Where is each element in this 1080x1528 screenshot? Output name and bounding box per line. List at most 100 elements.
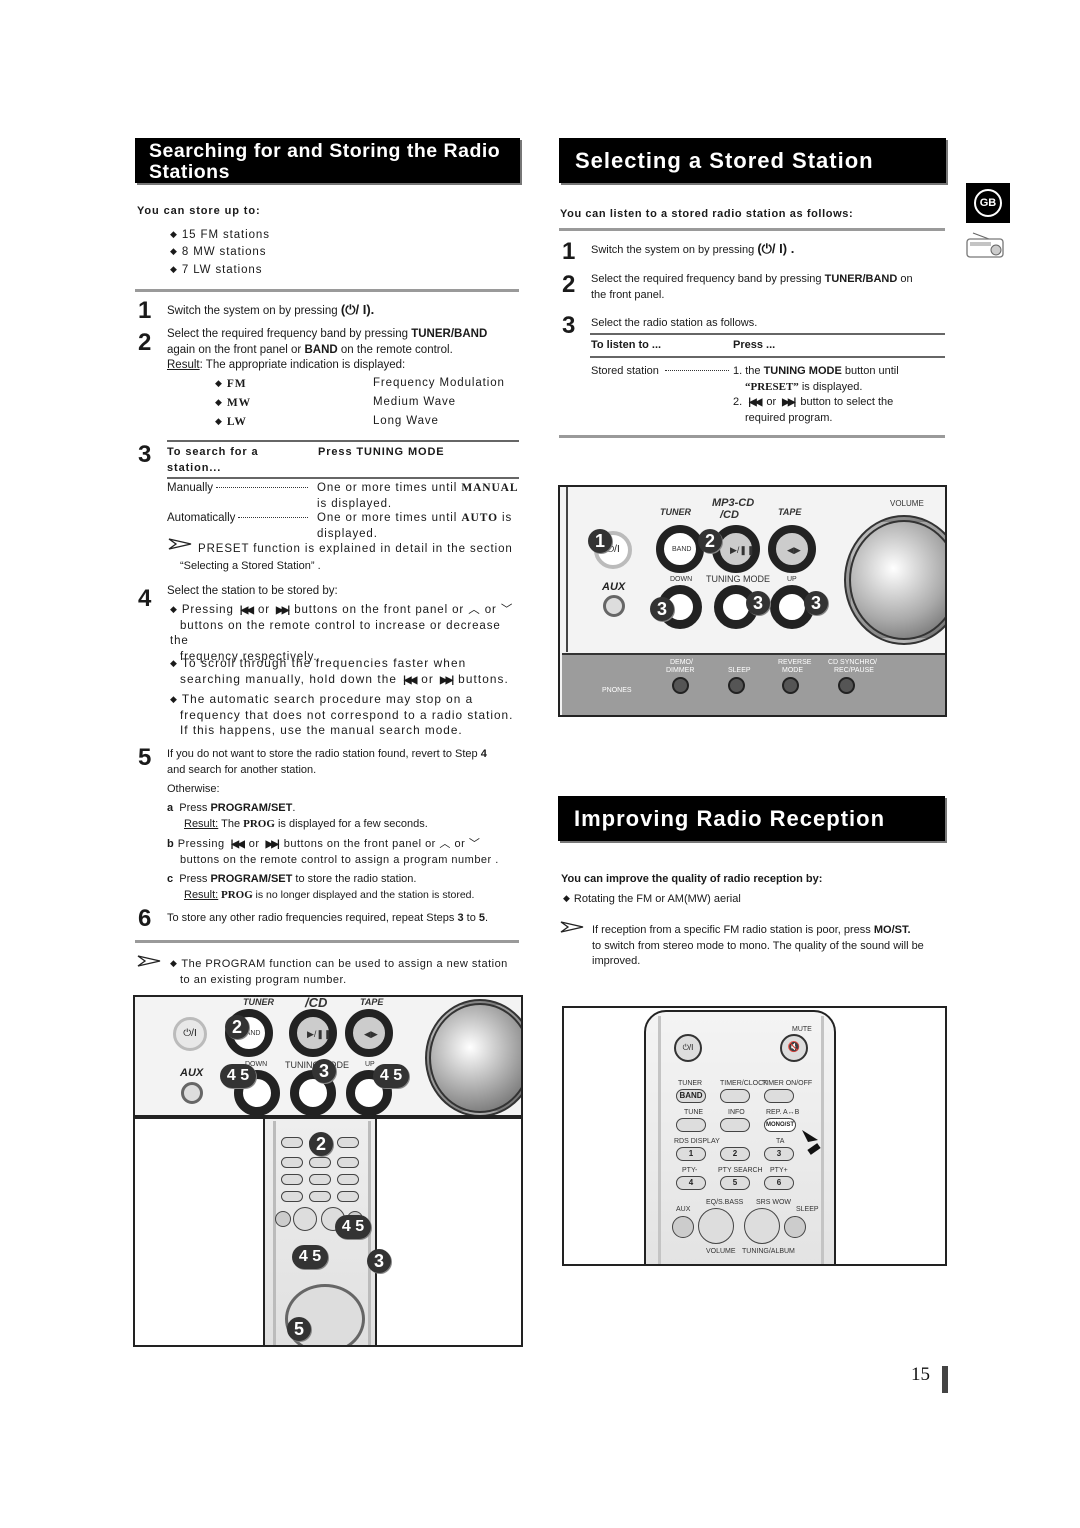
step-number: 1 <box>562 238 576 265</box>
down-label: DOWN <box>670 576 693 583</box>
store-item: ◆ 15 FM stations <box>170 229 270 241</box>
divider <box>590 356 945 358</box>
skip-back-icon: |◀◀ <box>239 605 254 616</box>
band-code: ◆ FM <box>215 378 247 390</box>
table-header-col1: To listen to ... <box>591 339 662 351</box>
band-name: Medium Wave <box>373 396 456 408</box>
step-number: 4 <box>138 585 152 612</box>
sleep-button <box>728 677 745 694</box>
skip-back-icon: |◀◀ <box>403 674 417 686</box>
section-title-reception: Improving Radio Reception <box>558 796 945 841</box>
skip-back-icon: |◀◀ <box>748 397 762 408</box>
substep-a: a Press PROGRAM/SET. Result: The PROG is… <box>167 802 428 830</box>
step-badge: 4 5 <box>220 1064 256 1088</box>
table-header-col1: To search for a station... <box>167 446 259 474</box>
mute-button: 🔇 <box>780 1034 808 1062</box>
note-arrow-icon <box>168 537 192 555</box>
tape-button: ◀▶ <box>768 525 816 573</box>
step-number: 6 <box>138 905 152 932</box>
divider <box>135 940 519 943</box>
aux-label: AUX <box>602 581 626 593</box>
tuner-label: TUNER <box>243 997 274 1007</box>
section-title-searching: Searching for and Storing the Radio Stat… <box>135 138 520 183</box>
store-heading: You can store up to: <box>137 205 261 217</box>
divider <box>167 440 519 442</box>
bullet: ◆ The automatic search procedure may stop… <box>170 692 514 737</box>
step-text: Switch the system on by pressing (⏻/ I) … <box>591 241 795 256</box>
aux-jack <box>181 1082 203 1104</box>
remote-figure-left: 2 4 5 4 5 3 5 <box>133 1117 523 1347</box>
substep-c: c Press PROGRAM/SET to store the radio s… <box>167 873 475 901</box>
skip-forward-icon: ▶▶| <box>782 397 796 408</box>
band-name: Frequency Modulation <box>373 377 505 389</box>
power-symbol: (⏻/ I) . <box>757 241 795 256</box>
reception-heading: You can improve the quality of radio rec… <box>561 873 823 885</box>
band-name: Long Wave <box>373 415 439 427</box>
note-text: “Selecting a Stored Station” . <box>180 560 321 572</box>
bullet: ◆ Rotating the FM or AM(MW) aerial <box>563 893 741 905</box>
tuning-mode-label: TUNING MODE <box>706 574 770 584</box>
table-row-value: One or more times until MANUAL is display… <box>317 482 519 510</box>
note-arrow-icon <box>137 954 161 972</box>
otherwise-label: Otherwise: <box>167 783 220 795</box>
demo-dimmer-button <box>672 677 689 694</box>
step-text: To store any other radio frequencies req… <box>167 912 489 924</box>
step-number: 1 <box>138 297 152 324</box>
note-text: ◆ The PROGRAM function can be used to ass… <box>170 958 508 986</box>
section-title-text: Selecting a Stored Station <box>575 148 874 173</box>
step-number: 3 <box>138 441 152 468</box>
page-number-bar <box>942 1366 948 1393</box>
language-tab: GB <box>966 183 1010 223</box>
tuner-label: TUNER <box>660 507 691 517</box>
step-badge: 3 <box>312 1059 336 1083</box>
step-badge: 4 5 <box>373 1064 409 1088</box>
up-label: UP <box>365 1061 375 1068</box>
step-badge: 2 <box>225 1015 249 1039</box>
store-item: ◆ 8 MW stations <box>170 246 267 258</box>
page-number: 15 <box>911 1364 930 1385</box>
power-symbol: (⏻/ I). <box>340 302 375 317</box>
step-number: 2 <box>138 329 152 356</box>
power-button: ⏻/I <box>674 1034 702 1062</box>
substep-b: b Pressing |◀◀ or ▶▶| buttons on the front p… <box>167 838 499 866</box>
table-row-label: Automatically <box>167 511 309 527</box>
section-title-selecting: Selecting a Stored Station <box>559 138 946 183</box>
volume-label: VOLUME <box>890 499 924 508</box>
up-icon: ︿ <box>439 838 451 850</box>
mp3cd-label: MP3-CD <box>712 497 755 509</box>
step-text: Select the radio station as follows. <box>591 317 758 329</box>
table-header-col2: Press ... <box>733 339 776 351</box>
remote-figure-right: MUTE ⏻/I 🔇 TUNER TIMER/CLOCK TIMER ON/OF… <box>562 1006 947 1266</box>
radio-icon <box>965 230 1009 265</box>
bullet: ◆ To scroll through the frequencies faste… <box>170 656 520 688</box>
step-text: Switch the system on by pressing (⏻/ I). <box>167 302 375 317</box>
lower-panel: DEMO/ DIMMER SLEEP REVERSE MODE CD SYNCH… <box>562 653 945 715</box>
step-badge: 4 5 <box>292 1245 328 1269</box>
up-label: UP <box>787 576 797 583</box>
down-icon: ﹀ <box>500 604 514 616</box>
step-text: Select the required frequency band by pr… <box>167 328 488 371</box>
step-number: 2 <box>562 271 576 298</box>
step-text: Select the required frequency band by pr… <box>591 273 913 301</box>
step-text: Select the station to be stored by: <box>167 585 338 597</box>
band-button: BAND <box>676 1089 706 1103</box>
listen-heading: You can listen to a stored radio station… <box>560 208 854 220</box>
step-badge: 3 <box>367 1249 391 1273</box>
play-pause-button: ▶/❚❚ <box>712 525 760 573</box>
step-badge: 5 <box>287 1317 311 1341</box>
down-icon: ﹀ <box>468 838 481 850</box>
front-panel-figure: TUNER /CD TAPE ⏻/I BAND ▶/❚❚ ◀▶ DOWN TUN… <box>133 995 523 1117</box>
tape-button: ◀▶ <box>345 1009 393 1057</box>
band-code: ◆ LW <box>215 416 247 428</box>
table-header-col2: Press TUNING MODE <box>318 446 445 458</box>
volume-knob <box>425 999 521 1115</box>
step-badge: 1 <box>588 529 612 553</box>
step-badge: 4 5 <box>335 1215 371 1239</box>
skip-forward-icon: ▶▶| <box>276 605 290 616</box>
band-button: BAND <box>656 525 704 573</box>
gb-badge: GB <box>974 189 1002 217</box>
note-arrow-icon <box>560 920 584 938</box>
pointer-arrow-icon <box>800 1128 824 1161</box>
play-pause-button: ▶/❚❚ <box>289 1009 337 1057</box>
mono-st-button: MONO/ST <box>764 1118 796 1132</box>
